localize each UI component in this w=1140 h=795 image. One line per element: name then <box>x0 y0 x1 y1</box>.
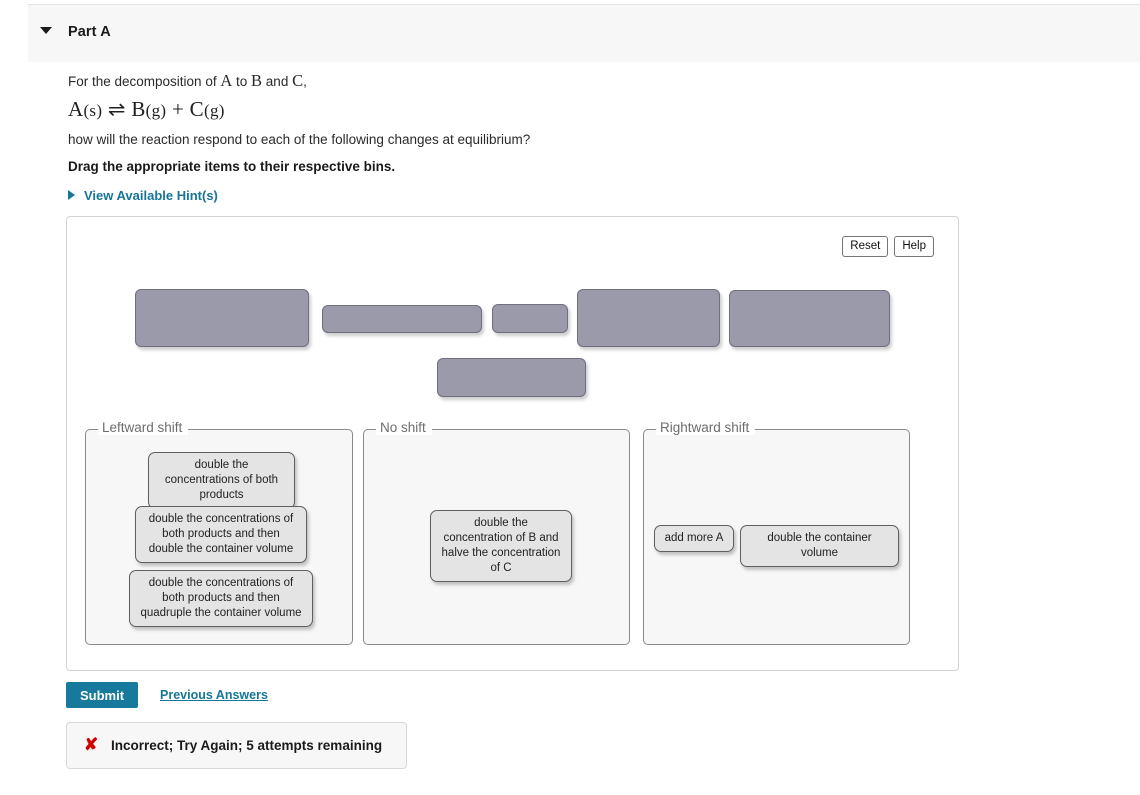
question-intro-prefix: For the decomposition of <box>68 74 221 89</box>
part-header[interactable]: Part A <box>28 4 1140 62</box>
bin-items: add more Adouble the container volume <box>644 430 909 644</box>
chip-double-concentrations-double-volume[interactable]: double the concentrations of both produc… <box>135 506 307 563</box>
page-title: Part A <box>68 24 111 40</box>
placeholder-tile-4[interactable] <box>577 289 720 347</box>
help-button[interactable]: Help <box>894 236 934 258</box>
question-instruction: Drag the appropriate items to their resp… <box>68 159 396 174</box>
chip-double-concentrations-quadruple-volume[interactable]: double the concentrations of both produc… <box>129 570 313 627</box>
question-intro-mid1: to <box>232 74 252 89</box>
equilibrium-arrow-icon: ⇌ <box>107 97 126 121</box>
equation-product1: B <box>131 97 146 121</box>
placeholder-tile-3[interactable] <box>492 304 568 333</box>
placeholder-tile-2[interactable] <box>322 305 482 333</box>
equation-product1-state: (g) <box>145 101 167 120</box>
question-var-a: A <box>220 71 233 90</box>
feedback-message: Incorrect; Try Again; 5 attempts remaini… <box>111 738 383 753</box>
question-var-b: B <box>251 71 263 90</box>
placeholder-tile-5[interactable] <box>729 290 890 347</box>
feedback-banner: ✘ Incorrect; Try Again; 5 attempts remai… <box>66 722 407 769</box>
bin-leftward-shift[interactable]: Leftward shift double the concentrations… <box>85 420 353 645</box>
equation-reactant: A <box>68 97 84 121</box>
chip-double-concentrations-both-products[interactable]: double the concentrations of both produc… <box>148 452 295 509</box>
question-var-c: C <box>292 71 304 90</box>
question-intro-suffix: , <box>303 74 307 89</box>
bin-items: double the concentrations of both produc… <box>86 430 352 644</box>
bin-rightward-shift[interactable]: Rightward shift add more Adouble the con… <box>643 420 910 645</box>
cross-mark-icon: ✘ <box>84 735 99 754</box>
placeholder-tile-6[interactable] <box>437 358 586 397</box>
chip-double-container-volume[interactable]: double the container volume <box>740 525 899 567</box>
panel-button-group: Reset Help <box>842 236 934 258</box>
chip-double-b-halve-c[interactable]: double the concentration of B and halve … <box>430 510 572 582</box>
bin-no-shift[interactable]: No shift double the concentration of B a… <box>363 420 630 645</box>
equation-plus: + <box>171 97 185 121</box>
submit-button[interactable]: Submit <box>66 682 138 708</box>
equation-product2: C <box>189 97 204 121</box>
reset-button[interactable]: Reset <box>842 236 889 258</box>
question-intro-mid2: and <box>262 74 293 89</box>
equation-product2-state: (g) <box>203 101 225 120</box>
question-prompt: how will the reaction respond to each of… <box>68 132 531 147</box>
question-intro: For the decomposition of A to B and C, <box>68 71 307 91</box>
equation-reactant-state: (s) <box>83 101 103 120</box>
caret-down-icon[interactable] <box>40 27 52 34</box>
bin-items: double the concentration of B and halve … <box>364 430 629 644</box>
chemical-equation: A(s) ⇌ B(g) + C(g) <box>68 97 225 122</box>
placeholder-tile-1[interactable] <box>135 289 309 347</box>
chip-add-more-a[interactable]: add more A <box>654 525 734 552</box>
previous-answers-link[interactable]: Previous Answers <box>160 688 268 702</box>
view-available-hints-link[interactable]: View Available Hint(s) <box>68 188 218 203</box>
